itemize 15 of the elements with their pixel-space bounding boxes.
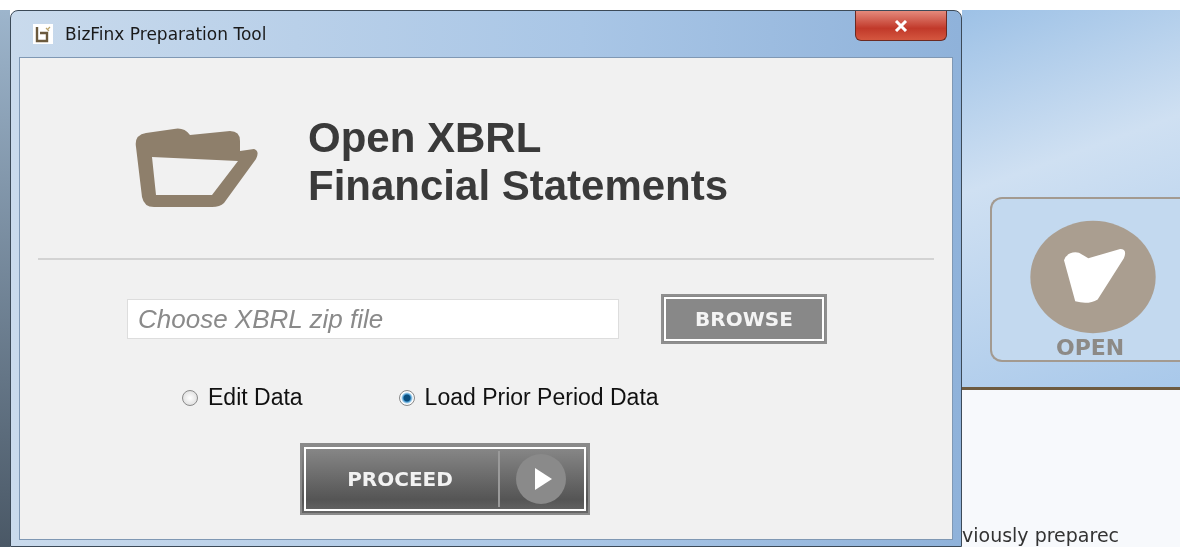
dialog-heading: Financial Statements bbox=[308, 162, 729, 210]
radio-button[interactable] bbox=[182, 389, 198, 406]
radio-button[interactable] bbox=[398, 389, 415, 406]
play-icon bbox=[516, 454, 566, 504]
close-icon bbox=[893, 19, 909, 32]
close-button[interactable] bbox=[855, 11, 947, 41]
radio-label: Edit Data bbox=[208, 384, 303, 411]
window-title: BizFinx Preparation Tool bbox=[65, 24, 267, 44]
dialog-heading: Open XBRL bbox=[308, 114, 543, 162]
body-text: viously preparec bbox=[962, 524, 1120, 546]
proceed-button[interactable]: PROCEED bbox=[300, 443, 590, 515]
browse-button[interactable]: BROWSE bbox=[661, 294, 827, 344]
app-logo-icon bbox=[33, 24, 53, 44]
mode-radio-option[interactable]: Edit Data bbox=[182, 384, 303, 411]
file-path-field[interactable]: Choose XBRL zip file bbox=[127, 299, 619, 339]
